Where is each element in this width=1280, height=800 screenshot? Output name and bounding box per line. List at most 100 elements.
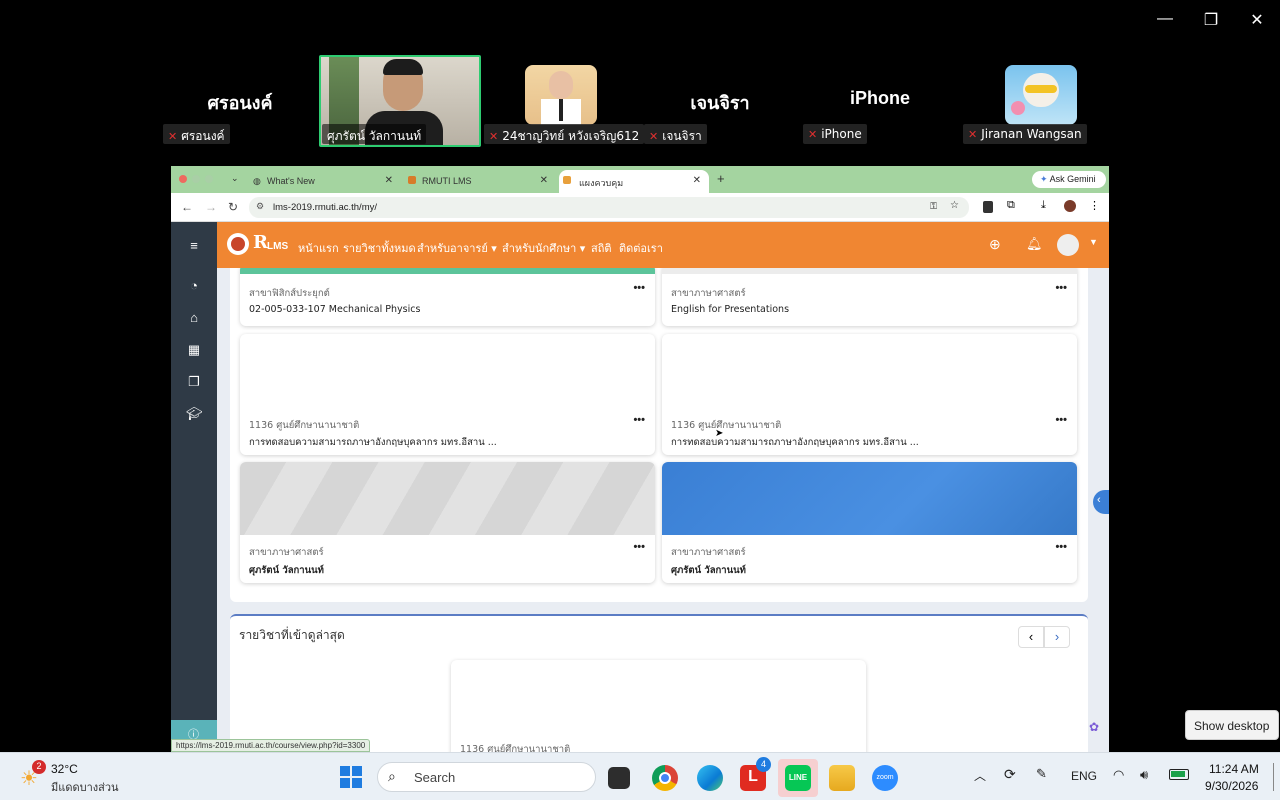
nav-for-teachers[interactable]: สำหรับอาจารย์ ▾ bbox=[417, 239, 497, 257]
chevron-up-icon[interactable]: ︿ bbox=[974, 767, 986, 784]
l-app-icon[interactable]: L 4 bbox=[740, 757, 771, 791]
close-tab-icon[interactable]: ✕ bbox=[693, 175, 701, 186]
participant-label[interactable]: ✕ Jiranan Wangsan bbox=[963, 124, 1087, 144]
taskbar-search[interactable]: ⌕ Search bbox=[377, 762, 596, 792]
course-card[interactable]: สาขาฟิสิกส์ประยุกต์ 02-005-033-107 Mecha… bbox=[240, 268, 655, 326]
chevron-right-icon: › bbox=[1054, 629, 1060, 644]
nav-contact[interactable]: ติดต่อเรา bbox=[619, 239, 663, 257]
chrome-center bbox=[659, 772, 671, 784]
tab-dashboard-active[interactable]: แผงควบคุม ✕ bbox=[559, 170, 709, 193]
close-icon[interactable]: ✕ bbox=[1242, 10, 1272, 30]
tab-rmuti-lms[interactable]: RMUTI LMS ✕ bbox=[406, 170, 556, 193]
next-button[interactable]: › bbox=[1044, 626, 1070, 648]
course-menu-icon[interactable]: ••• bbox=[633, 282, 645, 294]
back-arrow-icon[interactable]: ← bbox=[181, 200, 193, 214]
extension-icon[interactable] bbox=[983, 201, 993, 213]
minimize-icon[interactable]: — bbox=[1150, 10, 1180, 28]
graduation-cap-icon[interactable]: 🎓︎ bbox=[186, 406, 203, 422]
hamburger-menu-icon[interactable]: ≡ bbox=[186, 238, 202, 254]
participant-label[interactable]: ✕ 24ชาญวิทย์ หวังเจริญ612 bbox=[484, 124, 645, 144]
line-app-icon[interactable]: LINE bbox=[785, 765, 811, 791]
clock-date[interactable]: 9/30/2026 bbox=[1205, 779, 1258, 793]
close-tab-icon[interactable]: ✕ bbox=[385, 175, 393, 186]
clock-time[interactable]: 11:24 AM bbox=[1209, 762, 1259, 776]
tab-list-chevron-icon[interactable]: ⌄ bbox=[231, 173, 239, 184]
course-title[interactable]: การทดสอบความสามารถภาษาอังกฤษบุคลากร มทร.… bbox=[671, 435, 919, 450]
wifi-icon[interactable]: ◠ bbox=[1113, 767, 1124, 783]
course-card[interactable]: สาขาภาษาศาสตร์ English for Presentations… bbox=[662, 268, 1077, 326]
url-field[interactable]: ⚙ lms-2019.rmuti.ac.th/my/ ⚿ ☆ bbox=[249, 197, 969, 218]
file-explorer-icon[interactable] bbox=[829, 765, 855, 791]
nav-home[interactable]: หน้าแรก bbox=[298, 239, 339, 257]
weather-widget[interactable]: ☀ 2 bbox=[18, 760, 46, 790]
reload-icon[interactable]: ↻ bbox=[228, 200, 238, 214]
user-avatar[interactable] bbox=[1057, 234, 1079, 256]
sync-icon[interactable]: ⟳ bbox=[1004, 766, 1016, 783]
language-globe-icon[interactable]: ⊕ bbox=[989, 236, 1001, 253]
course-menu-icon[interactable]: ••• bbox=[1055, 414, 1067, 426]
recent-courses-title: รายวิชาที่เข้าดูล่าสุด bbox=[239, 628, 345, 642]
files-icon[interactable]: ❐ bbox=[186, 374, 202, 390]
edge-icon[interactable] bbox=[697, 765, 723, 791]
battery-icon[interactable] bbox=[1169, 769, 1189, 780]
course-menu-icon[interactable]: ••• bbox=[633, 414, 645, 426]
nav-statistics[interactable]: สถิติ bbox=[591, 239, 612, 257]
tab-whats-new[interactable]: ◍ What's New ✕ bbox=[251, 170, 401, 193]
drawer-toggle-button[interactable]: ‹ bbox=[1093, 490, 1109, 514]
course-banner bbox=[240, 268, 655, 274]
prev-button[interactable]: ‹ bbox=[1018, 626, 1044, 648]
course-title[interactable]: ศุภรัตน์ วัลกานนท์ bbox=[249, 563, 324, 578]
course-card[interactable]: 1136 ศูนย์ศึกษานานาชาติ การทดสอบความสามา… bbox=[240, 334, 655, 455]
pen-icon[interactable]: ✎ bbox=[1036, 766, 1047, 782]
nav-for-students[interactable]: สำหรับนักศึกษา ▾ bbox=[502, 239, 585, 257]
participant-label[interactable]: ✕ ศรอนงค์ bbox=[163, 124, 230, 144]
forward-arrow-icon[interactable]: → bbox=[205, 200, 217, 214]
window-close-dot[interactable] bbox=[179, 175, 187, 183]
participant-label[interactable]: ✕ iPhone bbox=[803, 124, 867, 144]
chrome-icon[interactable] bbox=[652, 765, 678, 791]
participant-label[interactable]: ✕ เจนจิรา bbox=[644, 124, 707, 144]
lms-topnav: R LMS หน้าแรก รายวิชาทั้งหมด สำหรับอาจาร… bbox=[217, 222, 1109, 268]
course-category: สาขาภาษาศาสตร์ bbox=[671, 547, 746, 558]
ai-assistant-icon[interactable]: ✿ bbox=[1089, 720, 1099, 734]
course-menu-icon[interactable]: ••• bbox=[633, 541, 645, 553]
nav-all-courses[interactable]: รายวิชาทั้งหมด bbox=[343, 239, 416, 257]
window-max-dot[interactable] bbox=[205, 175, 213, 183]
volume-icon[interactable]: 🔊︎ bbox=[1140, 767, 1148, 783]
user-menu-caret-icon[interactable]: ▼ bbox=[1089, 237, 1098, 247]
dashboard-gauge-icon[interactable]: ◔ bbox=[186, 278, 202, 294]
ask-gemini-button[interactable]: ✦ Ask Gemini bbox=[1032, 171, 1106, 188]
course-title[interactable]: English for Presentations bbox=[671, 304, 789, 315]
task-view-icon[interactable] bbox=[608, 767, 630, 789]
puzzle-icon[interactable]: ⧉ bbox=[1007, 199, 1015, 212]
notification-bell-icon[interactable]: 🔔︎ bbox=[1026, 236, 1043, 252]
close-tab-icon[interactable]: ✕ bbox=[540, 175, 548, 186]
zoom-app-icon[interactable]: zoom bbox=[872, 765, 898, 791]
kebab-menu-icon[interactable]: ⋮ bbox=[1089, 199, 1100, 212]
course-title[interactable]: ศุภรัตน์ วัลกานนท์ bbox=[671, 563, 746, 578]
home-icon[interactable]: ⌂ bbox=[186, 310, 202, 326]
course-menu-icon[interactable]: ••• bbox=[1055, 541, 1067, 553]
recent-course-card[interactable]: 1136 ศูนย์ศึกษานานาชาติ bbox=[451, 660, 866, 752]
calendar-icon[interactable]: ▦ bbox=[186, 342, 202, 358]
profile-avatar[interactable] bbox=[1064, 200, 1076, 212]
course-card[interactable]: 1136 ศูนย์ศึกษานานาชาติ การทดสอบความสามา… bbox=[662, 334, 1077, 455]
rmuti-logo[interactable] bbox=[227, 233, 249, 255]
site-info-icon[interactable]: ⚙ bbox=[256, 201, 264, 212]
download-icon[interactable]: ⤓ bbox=[1041, 199, 1046, 212]
windows-start-icon[interactable] bbox=[340, 766, 362, 788]
show-desktop-button[interactable] bbox=[1273, 763, 1274, 791]
window-min-dot[interactable] bbox=[192, 175, 200, 183]
course-menu-icon[interactable]: ••• bbox=[1055, 282, 1067, 294]
bookmark-star-icon[interactable]: ☆ bbox=[950, 200, 959, 211]
password-key-icon[interactable]: ⚿ bbox=[930, 201, 937, 212]
course-title[interactable]: การทดสอบความสามารถภาษาอังกฤษบุคลากร มทร.… bbox=[249, 435, 497, 450]
participant-label-text: ศุภรัตน์ วัลกานนท์ bbox=[327, 129, 422, 143]
course-card[interactable]: สาขาภาษาศาสตร์ ศุภรัตน์ วัลกานนท์ ••• bbox=[662, 462, 1077, 583]
new-tab-icon[interactable]: + bbox=[717, 171, 725, 186]
language-indicator[interactable]: ENG bbox=[1071, 769, 1097, 783]
restore-icon[interactable]: ❐ bbox=[1196, 10, 1226, 30]
course-title[interactable]: 02-005-033-107 Mechanical Physics bbox=[249, 304, 420, 315]
participant-label[interactable]: ศุภรัตน์ วัลกานนท์ bbox=[322, 124, 427, 144]
course-card[interactable]: สาขาภาษาศาสตร์ ศุภรัตน์ วัลกานนท์ ••• bbox=[240, 462, 655, 583]
